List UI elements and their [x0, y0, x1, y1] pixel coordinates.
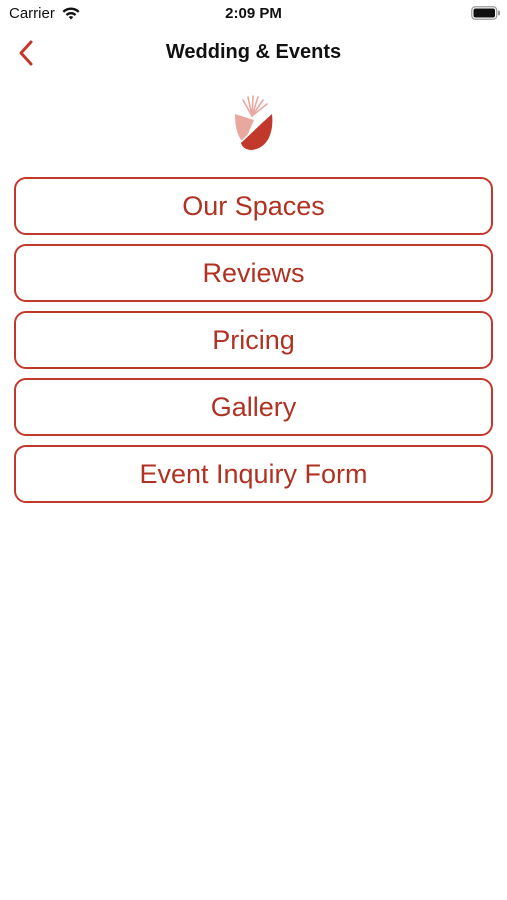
- our-spaces-button[interactable]: Our Spaces: [14, 177, 493, 235]
- battery-icon: [471, 6, 500, 20]
- sunrise-petal-logo: [235, 95, 273, 150]
- gallery-button[interactable]: Gallery: [14, 378, 493, 436]
- reviews-button[interactable]: Reviews: [14, 244, 493, 302]
- menu-list: Our Spaces Reviews Pricing Gallery Event…: [14, 177, 493, 512]
- page-title: Wedding & Events: [165, 41, 342, 63]
- event-inquiry-form-button[interactable]: Event Inquiry Form: [14, 445, 493, 503]
- status-time: 2:09 PM: [225, 5, 282, 22]
- navigation-bar: Wedding & Events: [0, 28, 507, 78]
- pricing-button[interactable]: Pricing: [14, 311, 493, 369]
- status-bar: Carrier 2:09 PM: [0, 0, 507, 28]
